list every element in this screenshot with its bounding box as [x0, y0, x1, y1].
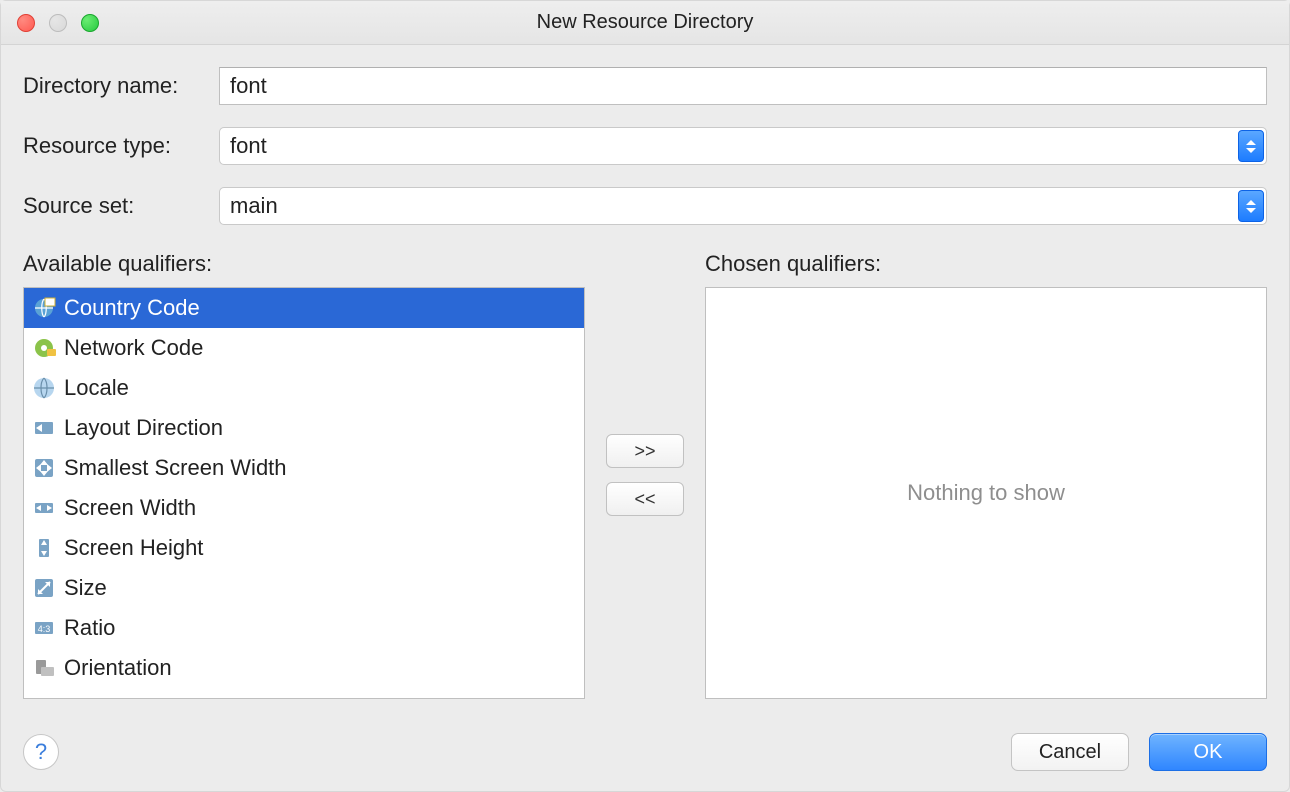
row-source-set: Source set: main [23, 187, 1267, 225]
list-item[interactable]: Screen Width [24, 488, 584, 528]
list-item[interactable]: Layout Direction [24, 408, 584, 448]
traffic-lights [17, 14, 99, 32]
list-item[interactable]: Ratio [24, 608, 584, 648]
list-item[interactable]: Orientation [24, 648, 584, 688]
window-minimize-button[interactable] [49, 14, 67, 32]
move-left-button[interactable]: << [606, 482, 684, 516]
ratio-icon [32, 616, 56, 640]
qualifiers-grid: Available qualifiers: Country Code Networ… [23, 251, 1267, 699]
select-stepper-icon [1238, 190, 1264, 222]
window-title: New Resource Directory [1, 11, 1289, 34]
directory-name-input[interactable] [219, 67, 1267, 105]
resource-type-select[interactable]: font [219, 127, 1267, 165]
list-item[interactable]: Locale [24, 368, 584, 408]
label-source-set: Source set: [23, 193, 213, 219]
help-button[interactable]: ? [23, 734, 59, 770]
size-icon [32, 576, 56, 600]
chosen-col: Chosen qualifiers: Nothing to show [705, 251, 1267, 699]
ok-button[interactable]: OK [1149, 733, 1267, 771]
list-item-label: Layout Direction [64, 415, 223, 441]
list-item-label: Screen Height [64, 535, 203, 561]
locale-icon [32, 376, 56, 400]
smallest-width-icon [32, 456, 56, 480]
arrow-col: >> << [585, 251, 705, 699]
list-item-label: Network Code [64, 335, 203, 361]
source-set-select[interactable]: main [219, 187, 1267, 225]
dialog-content: Directory name: Resource type: font Sour… [1, 45, 1289, 715]
available-qualifiers-list[interactable]: Country Code Network Code Locale Layout Dir… [23, 287, 585, 699]
list-item-label: Size [64, 575, 107, 601]
list-item[interactable]: Screen Height [24, 528, 584, 568]
label-directory-name: Directory name: [23, 73, 213, 99]
available-qualifiers-label: Available qualifiers: [23, 251, 585, 277]
list-item-label: Screen Width [64, 495, 196, 521]
cancel-button[interactable]: Cancel [1011, 733, 1129, 771]
list-item-label: Country Code [64, 295, 200, 321]
list-item-label: Ratio [64, 615, 115, 641]
resource-type-value: font [230, 133, 267, 159]
layout-direction-icon [32, 416, 56, 440]
orientation-icon [32, 656, 56, 680]
window-maximize-button[interactable] [81, 14, 99, 32]
row-directory-name: Directory name: [23, 67, 1267, 105]
list-item-label: Orientation [64, 655, 172, 681]
window-close-button[interactable] [17, 14, 35, 32]
row-resource-type: Resource type: font [23, 127, 1267, 165]
available-col: Available qualifiers: Country Code Networ… [23, 251, 585, 699]
source-set-value: main [230, 193, 278, 219]
list-item-label: Locale [64, 375, 129, 401]
network-code-icon [32, 336, 56, 360]
list-item[interactable]: Smallest Screen Width [24, 448, 584, 488]
select-stepper-icon [1238, 130, 1264, 162]
chosen-empty-text: Nothing to show [907, 480, 1065, 506]
list-item[interactable]: Country Code [24, 288, 584, 328]
list-item[interactable]: Network Code [24, 328, 584, 368]
label-resource-type: Resource type: [23, 133, 213, 159]
list-item[interactable]: Size [24, 568, 584, 608]
chosen-qualifiers-list[interactable]: Nothing to show [705, 287, 1267, 699]
help-icon: ? [35, 739, 47, 765]
dialog-footer: ? Cancel OK [1, 715, 1289, 791]
screen-height-icon [32, 536, 56, 560]
list-item-label: Smallest Screen Width [64, 455, 287, 481]
country-code-icon [32, 296, 56, 320]
chosen-qualifiers-label: Chosen qualifiers: [705, 251, 1267, 277]
title-bar: New Resource Directory [1, 1, 1289, 45]
move-right-button[interactable]: >> [606, 434, 684, 468]
screen-width-icon [32, 496, 56, 520]
